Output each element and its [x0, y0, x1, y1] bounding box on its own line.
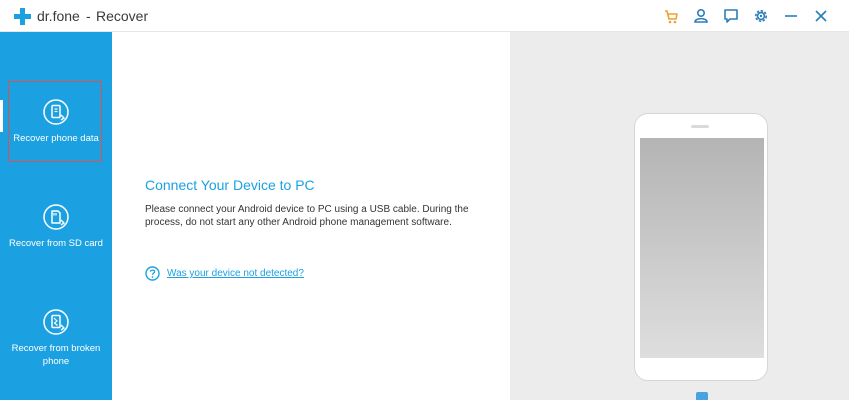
phone-speaker: [691, 125, 709, 128]
minimize-icon[interactable]: [782, 7, 800, 25]
sidebar-item-label: Recover from SD card: [9, 238, 103, 249]
sidebar-item-label: Recover from broken phone: [11, 343, 101, 367]
page-title: Connect Your Device to PC: [145, 177, 315, 193]
phone-illustration: [634, 113, 768, 381]
instructions-text: Please connect your Android device to PC…: [145, 204, 469, 228]
usb-cable-connector: [696, 392, 708, 400]
sidebar-item-label: Recover phone data: [13, 133, 99, 144]
title-bar: dr.fone - Recover: [0, 0, 849, 32]
sidebar-item-recover-broken-phone[interactable]: Recover from broken phone: [0, 308, 112, 368]
sidebar-item-recover-phone-data[interactable]: Recover phone data: [0, 98, 112, 145]
main-panel: Connect Your Device to PC Please connect…: [112, 32, 510, 400]
feedback-icon[interactable]: [722, 7, 740, 25]
title-separator: -: [86, 8, 91, 24]
device-not-detected-link[interactable]: Was your device not detected?: [167, 268, 304, 279]
question-circle-icon: [145, 266, 160, 281]
cart-icon[interactable]: [662, 7, 680, 25]
user-icon[interactable]: [692, 7, 710, 25]
settings-icon[interactable]: [752, 7, 770, 25]
sidebar: Recover phone data Recover from SD card …: [0, 32, 112, 400]
drfone-logo-icon: [14, 8, 31, 25]
window-title: Recover: [96, 8, 149, 24]
phone-recover-icon: [43, 99, 69, 125]
device-illustration-panel: [510, 32, 849, 400]
broken-phone-icon: [43, 309, 69, 335]
sd-card-icon: [43, 204, 69, 230]
brand-name: dr.fone: [37, 8, 80, 24]
phone-screen: [640, 138, 764, 358]
sidebar-item-recover-sd-card[interactable]: Recover from SD card: [0, 203, 112, 250]
close-icon[interactable]: [812, 7, 830, 25]
